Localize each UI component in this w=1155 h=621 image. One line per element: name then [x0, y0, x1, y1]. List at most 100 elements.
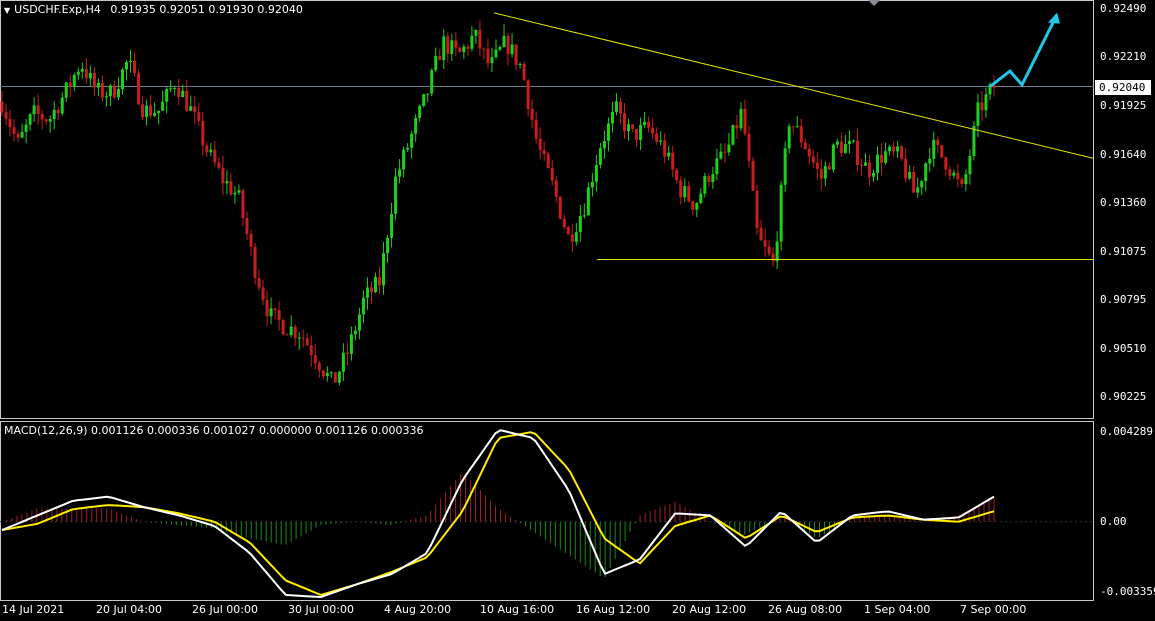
candle-body	[679, 180, 683, 198]
candle-body	[305, 338, 309, 346]
candle-body	[924, 163, 928, 182]
candle-body	[133, 60, 137, 74]
candle-body	[76, 71, 80, 75]
candle-body	[253, 246, 257, 278]
price-tick: 0.92210	[1100, 50, 1147, 64]
candle-body	[470, 35, 474, 49]
candle-body	[141, 104, 145, 118]
candle-body	[84, 68, 88, 79]
price-tick: 0.90510	[1100, 341, 1147, 355]
candle-body	[137, 73, 141, 105]
candle-body	[859, 164, 863, 166]
candle-body	[807, 148, 811, 157]
candle-body	[558, 196, 562, 219]
candle-body	[779, 184, 783, 242]
candle-body	[108, 85, 112, 97]
candle-body	[120, 69, 124, 90]
candle-body	[369, 287, 373, 293]
chart-canvas[interactable]	[0, 0, 1094, 600]
candle-body	[562, 218, 566, 227]
candle-body	[614, 101, 618, 112]
candle-body	[719, 151, 723, 159]
candle-body	[169, 88, 173, 90]
candle-body	[36, 105, 40, 114]
time-tick: 14 Jul 2021	[2, 603, 65, 616]
time-tick: 16 Aug 12:00	[576, 603, 651, 616]
candle-body	[48, 118, 52, 122]
candle-body	[851, 140, 855, 142]
candle-body	[703, 175, 707, 194]
time-tick: 26 Aug 08:00	[768, 603, 843, 616]
candle-body	[627, 124, 631, 132]
candle-body	[28, 114, 32, 125]
candle-body	[52, 109, 56, 119]
time-tick: 20 Aug 12:00	[672, 603, 747, 616]
candle-body	[522, 63, 526, 81]
candle-body	[454, 40, 458, 48]
candle-body	[249, 233, 253, 247]
candle-body	[570, 234, 574, 242]
candle-body	[365, 287, 369, 298]
candle-body	[811, 156, 815, 163]
candle-body	[687, 186, 691, 202]
candle-body	[265, 299, 269, 317]
candle-body	[795, 126, 799, 128]
candle-body	[157, 110, 161, 114]
candle-body	[301, 337, 305, 339]
candle-body	[406, 147, 410, 150]
candle-body	[623, 113, 627, 132]
candle-body	[426, 93, 430, 95]
candle-body	[165, 88, 169, 102]
price-tick: 0.92490	[1100, 2, 1147, 16]
candle-body	[209, 149, 213, 153]
candle-body	[374, 276, 378, 293]
candle-body	[129, 60, 133, 62]
candle-body	[153, 113, 157, 116]
candle-body	[8, 118, 12, 128]
candle-body	[438, 56, 442, 61]
candle-body	[618, 101, 622, 114]
candle-body	[40, 113, 44, 120]
macd-signal-line	[1, 431, 995, 596]
candle-body	[229, 181, 233, 195]
candle-body	[269, 308, 273, 317]
candle-body	[667, 152, 671, 157]
candle-body	[466, 46, 470, 49]
candle-body	[201, 120, 205, 146]
time-tick: 10 Aug 16:00	[480, 603, 555, 616]
candle-body	[932, 139, 936, 159]
chart-menu-triangle-icon[interactable]: ▼	[4, 6, 10, 15]
candle-body	[743, 108, 747, 134]
candle-body	[430, 70, 434, 94]
candle-body	[775, 241, 779, 262]
candle-body	[434, 56, 438, 71]
candle-body	[550, 168, 554, 181]
candle-body	[112, 85, 116, 98]
candle-body	[293, 326, 297, 339]
candle-body	[964, 174, 968, 185]
candle-body	[349, 334, 353, 354]
candle-body	[506, 35, 510, 55]
candle-body	[100, 82, 104, 98]
arrowhead-icon	[1048, 12, 1060, 24]
price-tick: 0.91075	[1100, 244, 1147, 258]
candle-body	[185, 90, 189, 111]
candle-body	[960, 179, 964, 185]
candle-body	[827, 166, 831, 170]
candle-body	[538, 138, 542, 151]
time-tick: 4 Aug 20:00	[384, 603, 452, 616]
candle-body	[145, 105, 149, 118]
chart-shift-marker-icon[interactable]	[868, 0, 880, 6]
candle-body	[888, 146, 892, 152]
candle-body	[414, 117, 418, 134]
candle-body	[783, 148, 787, 185]
symbol-label: USDCHF.Exp,H4	[14, 3, 101, 16]
candle-body	[149, 105, 153, 116]
candle-body	[72, 74, 76, 87]
candle-body	[257, 277, 261, 288]
candle-body	[590, 181, 594, 188]
candle-body	[60, 97, 64, 114]
price-tick: 0.91640	[1100, 148, 1147, 162]
candle-body	[651, 127, 655, 134]
candle-body	[968, 156, 972, 175]
